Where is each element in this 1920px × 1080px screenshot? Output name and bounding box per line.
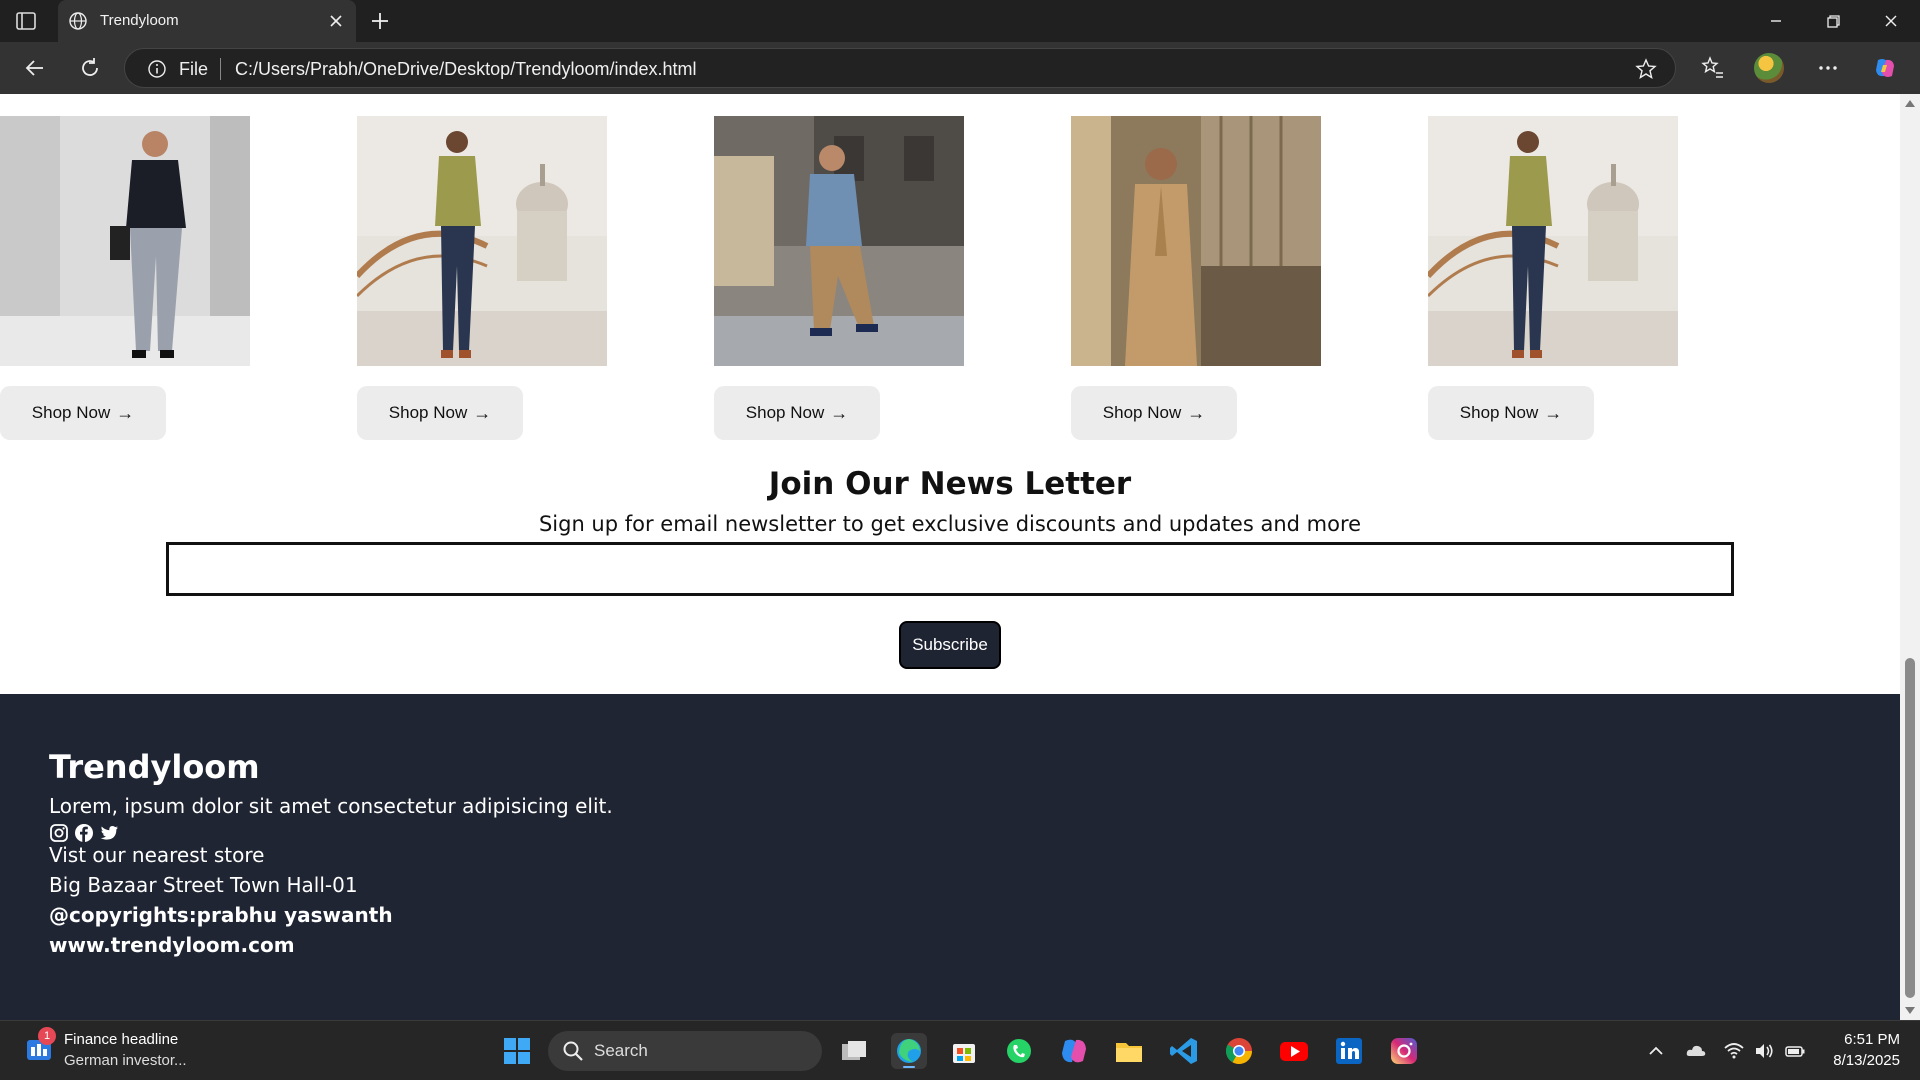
chevron-up-icon[interactable] — [1645, 1040, 1667, 1062]
man-olive-blazer-photo[interactable] — [357, 116, 607, 366]
taskbar-search[interactable]: Search — [548, 1031, 822, 1071]
shop-now-button[interactable]: Shop Now → — [357, 386, 523, 440]
clock-time[interactable]: 6:51 PM — [1820, 1031, 1900, 1048]
copilot-app-icon[interactable] — [1056, 1033, 1092, 1069]
arrow-right-icon: → — [1187, 402, 1206, 423]
shop-now-button[interactable]: Shop Now → — [1428, 386, 1594, 440]
shop-now-label: Shop Now — [1459, 403, 1539, 422]
product-card: Shop Now → — [714, 116, 964, 446]
page-scrollbar[interactable] — [1900, 94, 1920, 1020]
search-icon — [563, 1041, 583, 1061]
minimize-icon[interactable] — [1763, 8, 1789, 34]
twitter-icon[interactable] — [99, 823, 119, 843]
windows-taskbar: 1 Finance headline German investor... Se… — [0, 1020, 1920, 1080]
wifi-icon[interactable] — [1723, 1040, 1745, 1062]
onedrive-icon[interactable] — [1685, 1040, 1707, 1062]
battery-icon[interactable] — [1784, 1040, 1806, 1062]
shop-now-label: Shop Now — [388, 403, 468, 422]
page-viewport: Shop Now → Shop Now → Shop Now → Shop No… — [0, 94, 1900, 1020]
copilot-icon[interactable] — [1872, 55, 1898, 81]
back-icon[interactable] — [22, 55, 48, 81]
facebook-icon[interactable] — [74, 823, 94, 843]
subscribe-button[interactable]: Subscribe — [899, 621, 1001, 669]
start-icon[interactable] — [499, 1033, 535, 1069]
more-options-icon[interactable] — [1815, 55, 1841, 81]
chrome-icon[interactable] — [1221, 1033, 1257, 1069]
edge-icon[interactable] — [891, 1033, 927, 1069]
globe-icon — [69, 12, 87, 30]
close-window-icon[interactable] — [1878, 8, 1904, 34]
browser-tab-strip: Trendyloom — [0, 0, 1920, 42]
shop-now-label: Shop Now — [31, 403, 111, 422]
youtube-icon[interactable] — [1276, 1033, 1312, 1069]
info-icon[interactable] — [147, 59, 167, 79]
refresh-icon[interactable] — [77, 55, 103, 81]
product-row: Shop Now → Shop Now → Shop Now → Shop No… — [0, 116, 1900, 446]
scroll-down-arrow-icon[interactable] — [1905, 1007, 1915, 1014]
site-footer: Trendyloom Lorem, ipsum dolor sit amet c… — [0, 694, 1900, 1020]
website-link[interactable]: www.trendyloom.com — [49, 933, 295, 957]
arrow-right-icon: → — [116, 402, 135, 423]
address-bar[interactable]: File C:/Users/Prabh/OneDrive/Desktop/Tre… — [124, 48, 1676, 88]
microsoft-store-icon[interactable] — [946, 1033, 982, 1069]
copyright-text: @copyrights:prabhu yaswanth — [49, 903, 393, 927]
man-olive-blazer-photo[interactable] — [1428, 116, 1678, 366]
widget-badge: 1 — [38, 1027, 56, 1045]
footer-brand: Trendyloom — [49, 748, 260, 786]
man-ethnic-wear-photo[interactable] — [1071, 116, 1321, 366]
product-card: Shop Now → — [1428, 116, 1678, 446]
vscode-icon[interactable] — [1166, 1033, 1202, 1069]
tab-title: Trendyloom — [100, 12, 179, 29]
tab-actions-icon[interactable] — [14, 9, 38, 33]
widget-title[interactable]: Finance headline — [64, 1031, 178, 1048]
shop-now-button[interactable]: Shop Now → — [714, 386, 880, 440]
shop-now-label: Shop Now — [1102, 403, 1182, 422]
new-tab-icon[interactable] — [368, 9, 392, 33]
restore-icon[interactable] — [1820, 8, 1846, 34]
clock-date[interactable]: 8/13/2025 — [1810, 1052, 1900, 1069]
volume-icon[interactable] — [1753, 1040, 1775, 1062]
instagram-icon[interactable] — [49, 823, 69, 843]
store-address: Big Bazaar Street Town Hall-01 — [49, 873, 358, 897]
profile-avatar[interactable] — [1754, 53, 1784, 83]
arrow-right-icon: → — [1544, 402, 1563, 423]
task-view-icon[interactable] — [836, 1033, 872, 1069]
arrow-right-icon: → — [830, 402, 849, 423]
shop-now-label: Shop Now — [745, 403, 825, 422]
address-url[interactable]: C:/Users/Prabh/OneDrive/Desktop/Trendylo… — [235, 59, 697, 80]
linkedin-icon[interactable] — [1331, 1033, 1367, 1069]
arrow-right-icon: → — [473, 402, 492, 423]
newsletter-email-input[interactable] — [166, 542, 1734, 596]
shop-now-button[interactable]: Shop Now → — [1071, 386, 1237, 440]
shop-now-button[interactable]: Shop Now → — [0, 386, 166, 440]
scroll-up-arrow-icon[interactable] — [1905, 100, 1915, 107]
favorites-icon[interactable] — [1700, 55, 1726, 81]
active-tab[interactable]: Trendyloom — [58, 0, 356, 42]
man-denim-jacket-photo[interactable] — [714, 116, 964, 366]
product-card: Shop Now → — [0, 116, 250, 446]
close-tab-icon[interactable] — [326, 11, 346, 31]
address-scheme: File — [179, 59, 209, 79]
product-card: Shop Now → — [357, 116, 607, 446]
search-label: Search — [594, 1041, 648, 1060]
newsletter-subtitle: Sign up for email newsletter to get excl… — [538, 512, 1362, 536]
newsletter-title: Join Our News Letter — [768, 466, 1132, 502]
file-explorer-icon[interactable] — [1111, 1033, 1147, 1069]
social-links — [49, 823, 119, 843]
store-heading: Vist our nearest store — [49, 843, 265, 867]
address-divider — [220, 58, 221, 80]
browser-toolbar: File C:/Users/Prabh/OneDrive/Desktop/Tre… — [0, 42, 1920, 94]
widget-subtitle[interactable]: German investor... — [64, 1052, 187, 1069]
man-dark-shirt-photo[interactable] — [0, 116, 250, 366]
whatsapp-icon[interactable] — [1001, 1033, 1037, 1069]
product-card: Shop Now → — [1071, 116, 1321, 446]
footer-tagline: Lorem, ipsum dolor sit amet consectetur … — [49, 794, 613, 818]
scroll-thumb[interactable] — [1905, 658, 1915, 998]
instagram-app-icon[interactable] — [1386, 1033, 1422, 1069]
favorite-star-icon[interactable] — [1635, 58, 1657, 80]
